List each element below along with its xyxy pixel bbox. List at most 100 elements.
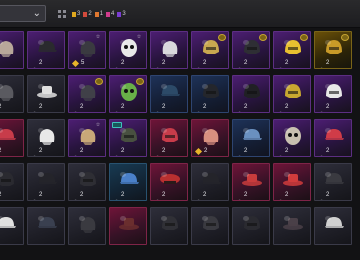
inventory-item[interactable]: 2 — [232, 75, 270, 113]
item-count: 2 — [318, 148, 330, 156]
count-label: 2 — [39, 148, 43, 154]
rarity-count: 3 — [122, 11, 126, 17]
inventory-item[interactable]: 2 — [150, 31, 188, 69]
grid-view-icon[interactable] — [58, 10, 66, 18]
count-label: 2 — [285, 192, 289, 198]
highlight — [161, 84, 167, 89]
inventory-item[interactable]: 2 — [0, 119, 24, 157]
rarity-swatch — [94, 11, 99, 17]
item-count: 2 — [72, 104, 83, 112]
brand-mark-icon: ☆ — [136, 34, 142, 40]
inventory-item[interactable]: 2 — [0, 75, 24, 113]
inventory-item[interactable]: 2 — [109, 119, 147, 157]
inventory-item[interactable]: 2 — [0, 163, 24, 201]
item-count: 2 — [318, 192, 330, 200]
inventory-item[interactable]: 2 — [27, 163, 65, 201]
inventory-item[interactable]: 2 — [232, 163, 270, 201]
inventory-item[interactable]: 2 — [27, 119, 65, 157]
ribbon-icon — [112, 122, 122, 128]
rarity-filter[interactable]: 3 — [72, 11, 80, 17]
inventory-item[interactable]: 2 — [314, 31, 352, 69]
inventory-item[interactable]: ☆ 2 — [109, 31, 147, 69]
rarity-filter[interactable]: 2 — [83, 11, 92, 17]
inventory-item[interactable] — [27, 207, 65, 245]
highlight — [79, 128, 85, 133]
highlight — [120, 40, 126, 45]
item-count: 2 — [236, 60, 248, 68]
highlight — [161, 40, 167, 45]
highlight — [202, 84, 208, 89]
inventory-item[interactable]: 2 — [314, 75, 352, 113]
count-label: 2 — [39, 60, 43, 66]
brand-mark-icon: ☆ — [95, 34, 101, 40]
inventory-item[interactable]: 2 — [27, 31, 65, 69]
highlight — [325, 84, 331, 89]
highlight — [38, 40, 44, 45]
inventory-item[interactable]: 2 — [273, 75, 311, 113]
highlight — [243, 84, 249, 89]
item-count: 2 — [236, 148, 248, 156]
count-label: 2 — [244, 60, 248, 66]
rarity-filter[interactable]: 1 — [94, 11, 103, 17]
item-count: 2 — [277, 104, 288, 112]
inventory-item[interactable] — [68, 207, 106, 245]
highlight — [284, 216, 290, 221]
count-label: 2 — [121, 148, 125, 154]
inventory-item[interactable]: ☆ 5 — [68, 31, 106, 69]
inventory-item[interactable] — [150, 207, 188, 245]
inventory-item[interactable]: 2 — [109, 75, 147, 113]
cloud-icon — [236, 192, 242, 200]
count-label: 2 — [203, 60, 207, 66]
count-label: 2 — [244, 148, 248, 154]
rarity-swatch — [117, 11, 122, 17]
count-label: 2 — [244, 192, 248, 198]
inventory-item[interactable]: 2 — [273, 31, 311, 69]
inventory-item[interactable]: 2 — [150, 75, 188, 113]
inventory-item[interactable]: 2 — [314, 163, 352, 201]
count-label: 2 — [162, 104, 166, 110]
inventory-item[interactable]: 2 — [68, 163, 106, 201]
cloud-icon — [318, 148, 324, 156]
count-label: 2 — [326, 148, 330, 154]
inventory-item[interactable] — [273, 207, 311, 245]
inventory-item[interactable]: 2 — [191, 31, 229, 69]
inventory-item[interactable]: 2 — [232, 119, 270, 157]
inventory-item[interactable]: 2 — [191, 163, 229, 201]
inventory-item[interactable]: 2 — [68, 75, 106, 113]
inventory-item[interactable] — [232, 207, 270, 245]
inventory-item[interactable] — [109, 207, 147, 245]
rarity-filter[interactable]: 4 — [106, 11, 114, 17]
count-label: 2 — [80, 148, 84, 154]
cloud-icon — [31, 148, 37, 156]
inventory-item[interactable]: 2 — [191, 119, 229, 157]
highlight — [38, 216, 44, 221]
count-label: 2 — [162, 60, 166, 66]
inventory-item[interactable]: 2 — [191, 75, 229, 113]
inventory-item[interactable]: 2 — [273, 163, 311, 201]
cloud-icon — [154, 148, 160, 156]
count-label: 2 — [0, 104, 1, 110]
inventory-item[interactable]: 2 — [150, 163, 188, 201]
filter-dropdown[interactable]: ⌄ — [0, 5, 46, 22]
count-label: 2 — [326, 104, 330, 110]
inventory-item[interactable]: ☆ 2 — [68, 119, 106, 157]
inventory-item[interactable]: 2 — [150, 119, 188, 157]
cloud-icon — [195, 60, 201, 68]
highlight — [202, 40, 208, 45]
inventory-item[interactable] — [0, 207, 24, 245]
inventory-item[interactable] — [191, 207, 229, 245]
inventory-item[interactable]: 2 — [27, 75, 65, 113]
rarity-swatch — [72, 11, 76, 17]
inventory-item[interactable]: 2 — [232, 31, 270, 69]
inventory-item[interactable] — [314, 207, 352, 245]
cloud-icon — [31, 192, 37, 200]
inventory-item[interactable]: 2 — [109, 163, 147, 201]
item-count: 2 — [113, 192, 124, 200]
inventory-item[interactable] — [0, 31, 24, 69]
inventory-item[interactable]: 2 — [273, 119, 311, 157]
highlight — [284, 128, 290, 133]
item-count: 2 — [0, 148, 1, 154]
count-label: 2 — [326, 192, 330, 198]
inventory-item[interactable]: 2 — [314, 119, 352, 157]
rarity-filter[interactable]: 3 — [117, 11, 126, 17]
